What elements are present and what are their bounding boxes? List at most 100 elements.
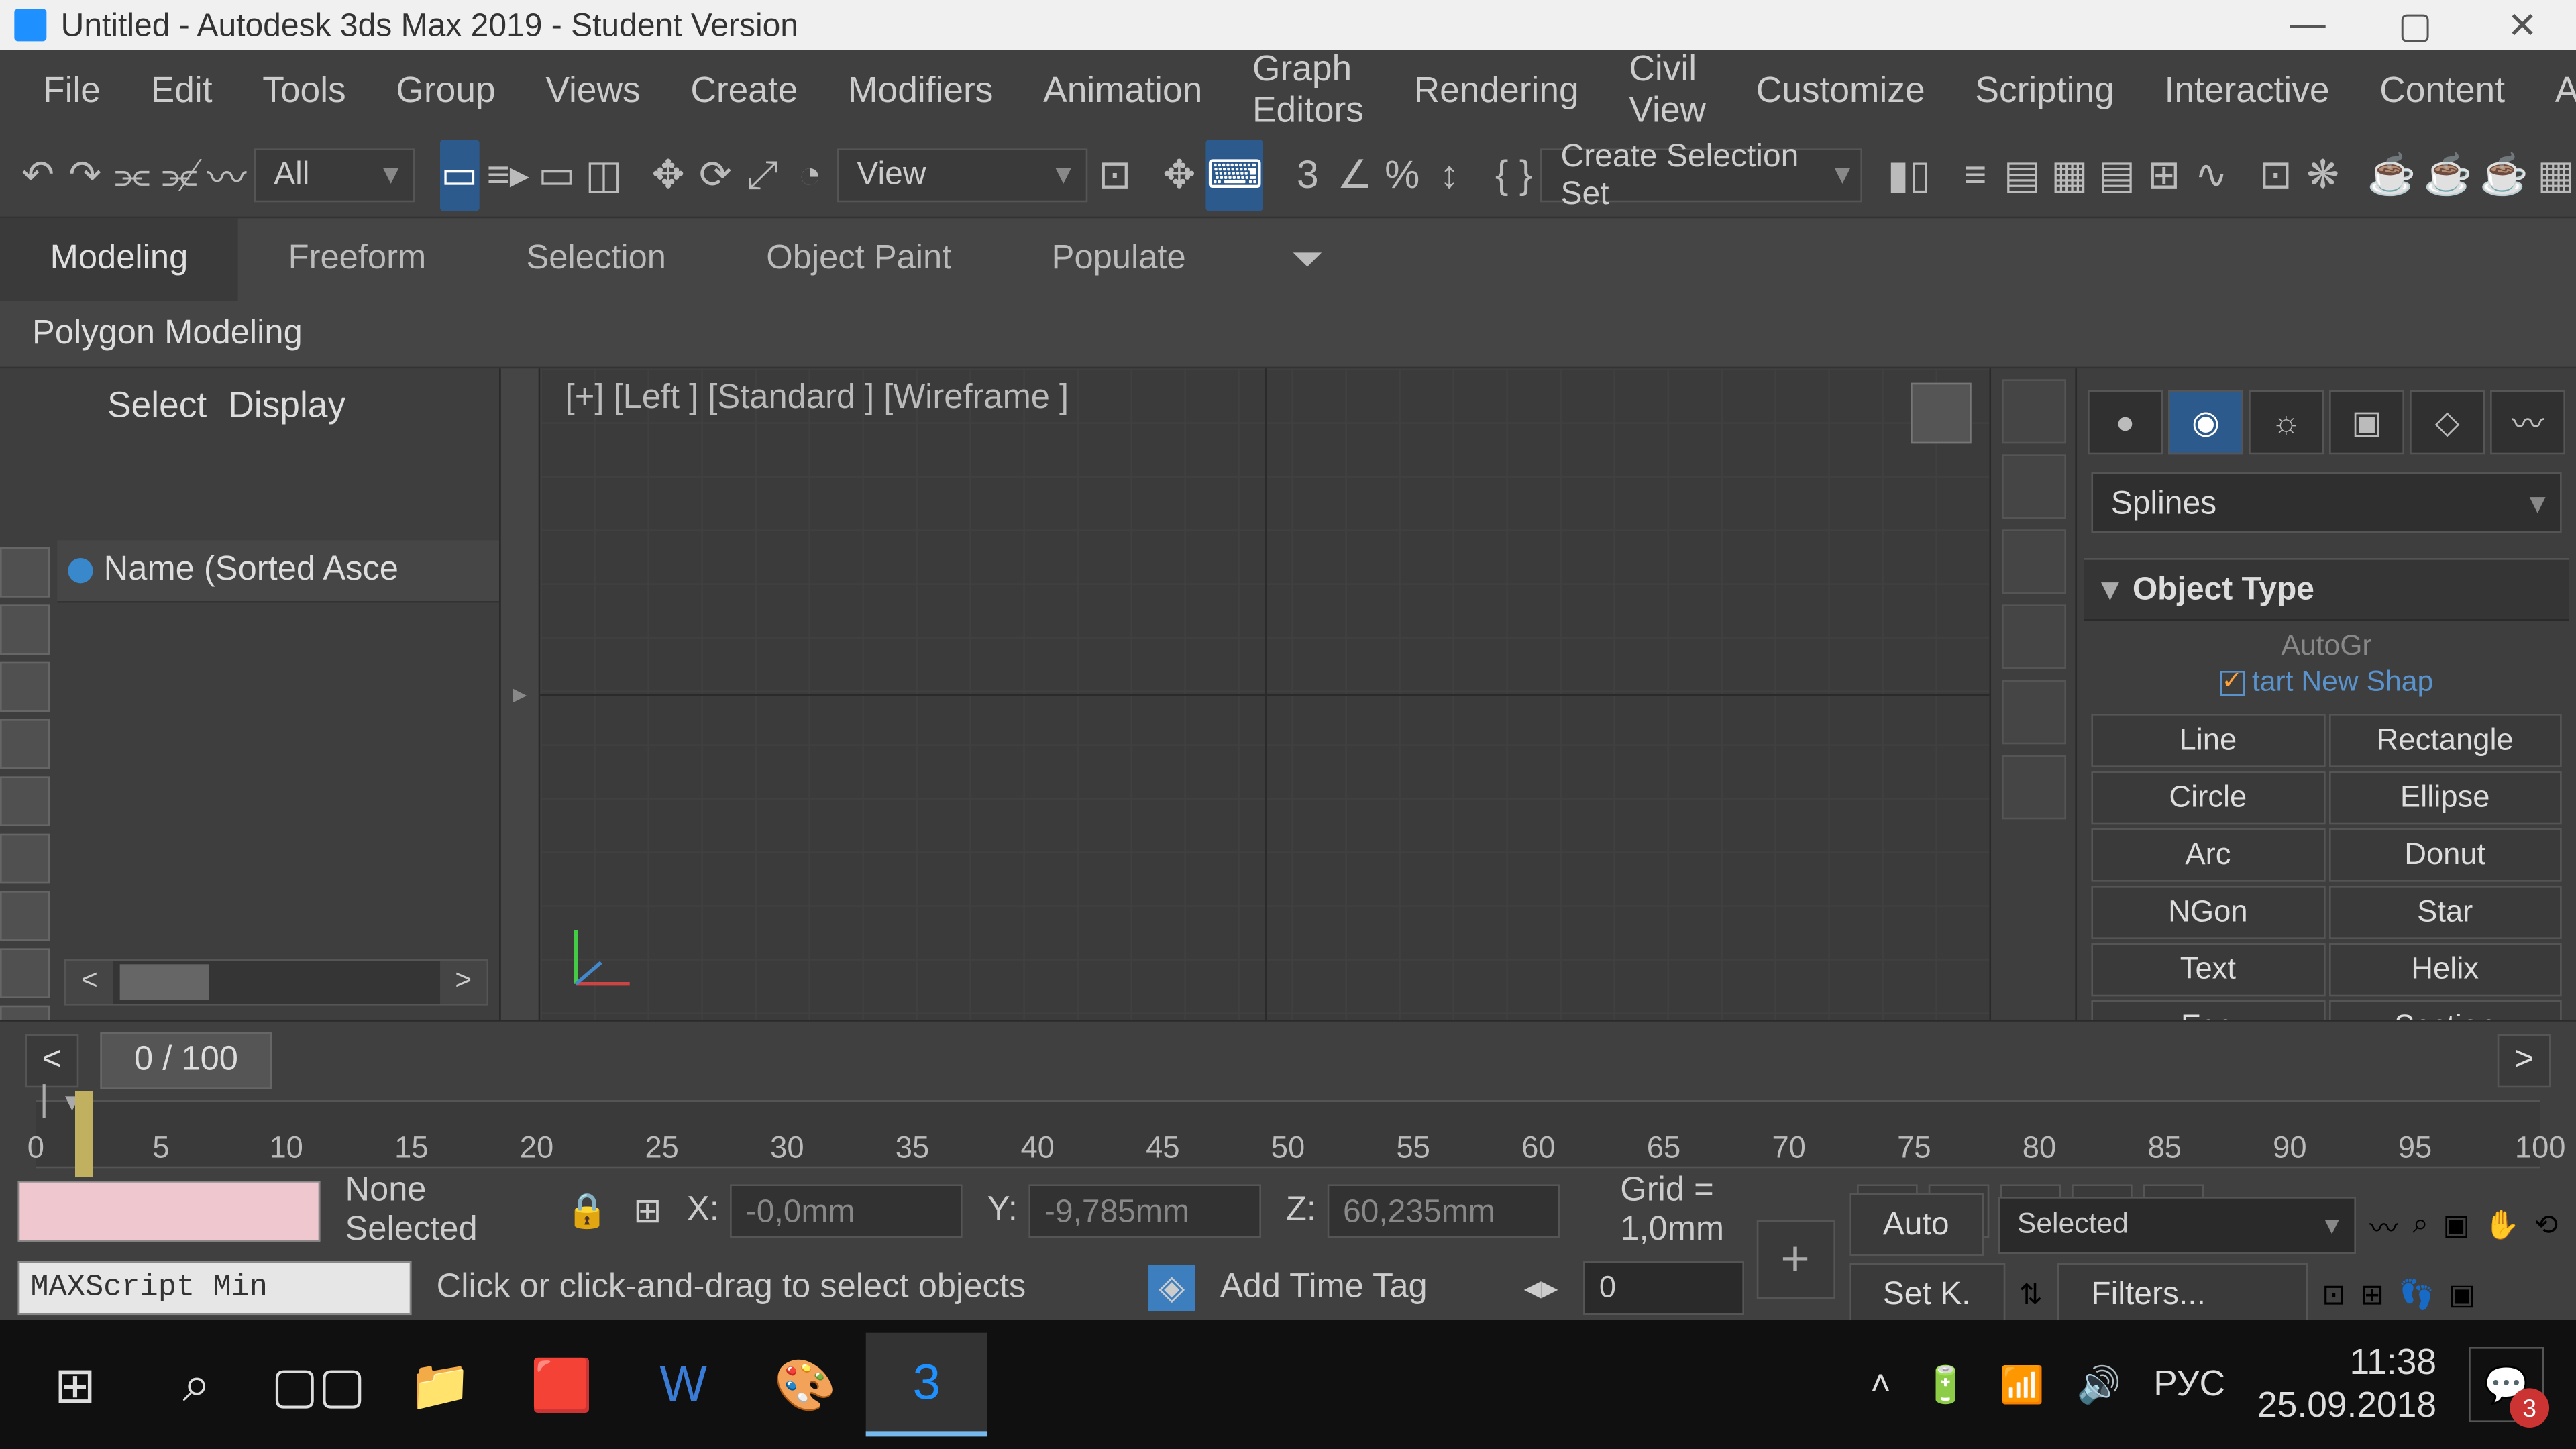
paint-icon[interactable]: 🎨 (744, 1333, 865, 1437)
add-time-tag[interactable]: Add Time Tag (1220, 1269, 1428, 1308)
explorer-icon[interactable]: 📁 (379, 1333, 500, 1437)
filter-helpers-icon[interactable] (0, 776, 50, 826)
isolate-selection-icon[interactable]: ◈ (1148, 1265, 1195, 1311)
menu-file[interactable]: File (18, 53, 126, 130)
menu-scripting[interactable]: Scripting (1950, 53, 2139, 130)
manipulate-icon[interactable]: ✥ (1159, 139, 1199, 211)
menu-customize[interactable]: Customize (1731, 53, 1950, 130)
type-ellipse[interactable]: Ellipse (2328, 771, 2562, 824)
selection-lock-swatch[interactable] (18, 1181, 320, 1242)
ribbon-freeform[interactable]: Freeform (238, 218, 476, 301)
menu-tools[interactable]: Tools (237, 53, 371, 130)
type-helix[interactable]: Helix (2328, 943, 2562, 996)
task-view-icon[interactable]: ▢▢ (258, 1333, 379, 1437)
key-mode-icon[interactable]: ◂▸ (1524, 1267, 1558, 1308)
maxscript-mini-listener[interactable]: MAXScript Min (18, 1261, 412, 1315)
render-online-icon[interactable]: ☕ (2479, 139, 2528, 211)
time-start-button[interactable]: < (25, 1034, 78, 1087)
menu-content[interactable]: Content (2355, 53, 2530, 130)
playhead-icon[interactable]: ▏▾ (43, 1084, 79, 1120)
3dsmax-taskbar-icon[interactable]: 3 (866, 1333, 987, 1437)
ribbon-modeling[interactable]: Modeling (0, 218, 238, 301)
nav-maximize-icon[interactable]: ▣ (2449, 1277, 2475, 1312)
menu-animation[interactable]: Animation (1018, 53, 1228, 130)
redo-icon[interactable]: ↷ (65, 139, 105, 211)
clock[interactable]: 11:38 25.09.2018 (2257, 1342, 2436, 1428)
minimize-button[interactable]: — (2254, 0, 2361, 50)
lock-selection-icon[interactable]: 🔒 (566, 1189, 608, 1232)
menu-rendering[interactable]: Rendering (1389, 53, 1604, 130)
undo-icon[interactable]: ↶ (18, 139, 58, 211)
ribbon-object-paint[interactable]: Object Paint (716, 218, 1002, 301)
type-ngon[interactable]: NGon (2091, 885, 2324, 939)
motion-tab-icon[interactable] (2001, 604, 2065, 669)
close-button[interactable]: ✕ (2469, 0, 2576, 50)
ribbon-selection[interactable]: Selection (476, 218, 716, 301)
select-object-icon[interactable]: ▭ (439, 139, 480, 211)
nav-pan-icon[interactable]: ✋ (2484, 1207, 2520, 1242)
panel-geometry-icon[interactable]: ● (2088, 390, 2163, 454)
scene-name-column[interactable]: Name (Sorted Asce (57, 540, 499, 602)
display-tab-icon[interactable] (2001, 680, 2065, 744)
viewport-label[interactable]: [+] [Left ] [Standard ] [Wireframe ] (566, 379, 1069, 419)
scroll-right-icon[interactable]: > (440, 961, 486, 1004)
menu-edit[interactable]: Edit (125, 53, 237, 130)
nav-zoom-ext-icon[interactable]: ⊡ (2322, 1277, 2346, 1312)
menu-civil-view[interactable]: Civil View (1604, 32, 1731, 150)
menu-modifiers[interactable]: Modifiers (823, 53, 1018, 130)
type-star[interactable]: Star (2328, 885, 2562, 939)
tray-up-icon[interactable]: ˄ (1870, 1364, 1891, 1405)
auto-key-button[interactable]: Auto (1849, 1193, 1983, 1256)
menu-arnold[interactable]: Arnold (2530, 53, 2576, 130)
filter-cameras-icon[interactable] (0, 719, 50, 769)
key-filter-combo[interactable]: Selected (1998, 1196, 2355, 1253)
render-iter-icon[interactable]: ☕ (2424, 139, 2473, 211)
create-tab-icon[interactable] (2001, 379, 2065, 443)
key-filters-button[interactable]: Filters... (2057, 1263, 2308, 1326)
scroll-left-icon[interactable]: < (66, 961, 113, 1004)
align-icon[interactable]: ≡ (1955, 139, 1995, 211)
pivot-center-icon[interactable]: ⊡ (1095, 139, 1135, 211)
nav-fov-icon[interactable]: ▣ (2443, 1207, 2470, 1242)
scroll-thumb[interactable] (120, 964, 209, 1000)
start-button[interactable]: ⊞ (14, 1333, 136, 1437)
edit-selection-set-icon[interactable]: { } (1494, 139, 1534, 211)
hierarchy-tab-icon[interactable] (2001, 529, 2065, 594)
named-selection-set[interactable]: Create Selection Set (1541, 148, 1863, 201)
filter-spacewarps-icon[interactable] (0, 834, 50, 884)
menu-group[interactable]: Group (371, 53, 521, 130)
ribbon-expand-icon[interactable]: ⏷ (1272, 223, 1344, 295)
snap-toggle-icon[interactable]: 3 (1287, 139, 1328, 211)
type-text[interactable]: Text (2091, 943, 2324, 996)
filter-geometry-icon[interactable] (0, 547, 50, 598)
ribbon-populate[interactable]: Populate (1002, 218, 1236, 301)
type-rectangle[interactable]: Rectangle (2328, 714, 2562, 767)
render-last-icon[interactable]: ▦ (2536, 139, 2576, 211)
scale-icon[interactable]: ⤢ (743, 139, 783, 211)
panel-lights-icon[interactable]: ☼ (2249, 390, 2324, 454)
time-slider-knob[interactable]: 0 / 100 (100, 1032, 272, 1089)
category-dropdown[interactable]: Splines (2091, 472, 2561, 533)
menu-create[interactable]: Create (665, 53, 823, 130)
nav-orbit-icon[interactable]: ⟲ (2534, 1207, 2559, 1242)
move-icon[interactable]: ✥ (648, 139, 688, 211)
toggle-ribbon-icon[interactable]: ▦ (2049, 139, 2090, 211)
render-setup-icon[interactable]: ⊡ (2255, 139, 2296, 211)
filter-groups-icon[interactable] (0, 891, 50, 941)
link-icon[interactable]: ⫘ (113, 139, 153, 211)
material-editor-icon[interactable]: ∿ (2191, 139, 2231, 211)
set-key-button[interactable]: Set K. (1849, 1263, 2004, 1326)
key-tangent2-icon[interactable]: ⇅ (2019, 1277, 2043, 1312)
window-crossing-icon[interactable]: ◫ (584, 139, 624, 211)
render-prod-icon[interactable]: ☕ (2367, 139, 2416, 211)
time-ruler[interactable]: ▏▾ 0510152025303540455055606570758085909… (36, 1100, 2540, 1168)
filter-lights-icon[interactable] (0, 662, 50, 712)
x-input[interactable] (730, 1184, 963, 1238)
start-new-shape-checkbox[interactable]: tart New Shap (2084, 667, 2569, 700)
angle-snap-icon[interactable]: ∠ (1335, 139, 1375, 211)
panel-collapse-handle[interactable]: ▸ (501, 368, 541, 1020)
type-circle[interactable]: Circle (2091, 771, 2324, 824)
nav-region-icon[interactable]: ⊞ (2360, 1277, 2384, 1312)
language-indicator[interactable]: РУС (2153, 1364, 2225, 1405)
panel-helpers-icon[interactable]: ◇ (2410, 390, 2485, 454)
